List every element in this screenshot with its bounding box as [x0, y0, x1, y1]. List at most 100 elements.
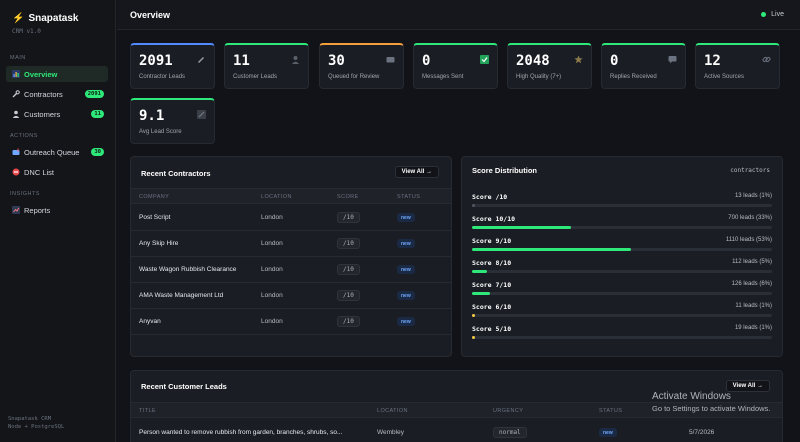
stat-card[interactable]: 12 Active Sources — [695, 43, 780, 89]
lightning-icon: ⚡ — [12, 13, 25, 24]
distribution-row: Score 10/10 700 leads (33%) — [472, 215, 772, 235]
status-pill: new — [397, 213, 415, 222]
company-location: London — [261, 214, 283, 221]
sidebar-item-reports[interactable]: Reports — [6, 202, 108, 218]
score-bar-fill — [472, 292, 490, 295]
company-location: London — [261, 266, 283, 273]
lead-date: 5/7/2026 — [689, 429, 715, 436]
score-bar-fill — [472, 204, 475, 207]
stat-value: 0 — [422, 53, 431, 69]
section-label-main: MAIN — [10, 55, 26, 61]
stat-value: 11 — [233, 53, 250, 69]
stat-card[interactable]: 2048 High Quality (7+) — [507, 43, 592, 89]
stat-label: Avg Lead Score — [139, 129, 182, 135]
app-name: Snapatask — [28, 13, 79, 24]
table-row[interactable]: Waste Wagon Rubbish Clearance London/10 ne… — [131, 257, 451, 283]
sidebar-item-outreach-queue[interactable]: Outreach Queue 30 — [6, 144, 108, 160]
stat-card[interactable]: 0 Messages Sent — [413, 43, 498, 89]
top-bar: Overview Live — [117, 0, 800, 30]
company-name: Post Script — [139, 214, 171, 221]
column-header[interactable]: SCORE — [337, 194, 359, 200]
column-header[interactable]: URGENCY — [493, 408, 523, 414]
stat-card[interactable]: 2091 Contractor Leads — [130, 43, 215, 89]
person-icon — [12, 110, 20, 118]
stat-card[interactable]: 30 Queued for Review — [319, 43, 404, 89]
table-row[interactable]: AMA Waste Management Ltd London/10 new — [131, 283, 451, 309]
status-pill: new — [397, 239, 415, 248]
distribution-row: Score 9/10 1110 leads (53%) — [472, 237, 772, 257]
stat-card[interactable]: 11 Customer Leads — [224, 43, 309, 89]
panel-title: Score Distribution — [472, 166, 538, 175]
score-bar-fill — [472, 270, 487, 273]
distribution-row: Score 8/10 112 leads (5%) — [472, 259, 772, 279]
distribution-row: Score /10 13 leads (1%) — [472, 193, 772, 213]
app-brand[interactable]: ⚡ Snapatask — [12, 13, 78, 24]
lead-title: Person wanted to remove rubbish from gar… — [139, 429, 343, 436]
column-header[interactable]: LOCATION — [377, 408, 408, 414]
chat-icon — [668, 55, 677, 64]
watermark-title: Activate Windows — [652, 391, 731, 402]
stat-value: 30 — [328, 53, 345, 69]
score-count: 11 leads (1%) — [735, 303, 772, 309]
table-row[interactable]: Any Skip Hire London/10 new — [131, 231, 451, 257]
score-distribution-panel: Score Distribution contractors Score /10… — [461, 156, 783, 357]
link-icon — [762, 55, 771, 64]
score-bar-fill — [472, 248, 631, 251]
sidebar-item-customers[interactable]: Customers 11 — [6, 106, 108, 122]
stat-card[interactable]: 0 Replies Received — [601, 43, 686, 89]
score-bar-track — [472, 292, 772, 295]
sidebar-item-label: Contractors — [24, 89, 63, 99]
sidebar-item-contractors[interactable]: Contractors 2091 — [6, 86, 108, 102]
sidebar-item-label: Reports — [24, 205, 51, 215]
stat-label: Messages Sent — [422, 74, 464, 80]
score-label: Score /10 — [472, 193, 508, 201]
score-bar-fill — [472, 226, 571, 229]
score-bar-track — [472, 314, 772, 317]
view-all-contractors-button[interactable]: View All → — [394, 166, 439, 178]
score-bar-track — [472, 226, 772, 229]
inbox-icon — [386, 55, 395, 64]
column-header[interactable]: STATUS — [397, 194, 420, 200]
panel-title: Recent Contractors — [141, 169, 211, 178]
score-pill: /10 — [337, 238, 360, 249]
score-count: 1110 leads (53%) — [725, 237, 772, 243]
score-count: 13 leads (1%) — [734, 193, 772, 199]
company-location: London — [261, 240, 283, 247]
sidebar-item-label: Overview — [24, 69, 58, 79]
column-header[interactable]: TITLE — [139, 408, 156, 414]
column-header[interactable]: LOCATION — [261, 194, 292, 200]
app-version: CRM v1.0 — [12, 28, 41, 35]
score-pill: /10 — [337, 316, 360, 327]
score-bar-track — [472, 248, 772, 251]
column-header[interactable]: STATUS — [599, 408, 622, 414]
company-location: London — [261, 292, 283, 299]
count-badge: 2091 — [84, 90, 104, 98]
score-label: Score 9/10 — [472, 237, 512, 245]
score-bar-track — [472, 204, 772, 207]
live-label: Live — [771, 11, 784, 18]
sidebar-item-overview[interactable]: Overview — [6, 66, 108, 82]
stat-card[interactable]: 9.1 Avg Lead Score — [130, 98, 215, 144]
table-row[interactable]: Person wanted to remove rubbish from gar… — [131, 420, 782, 442]
sidebar-item-dnc-list[interactable]: DNC List — [6, 164, 108, 180]
column-header[interactable]: COMPANY — [139, 194, 169, 200]
stat-label: Customer Leads — [233, 74, 278, 80]
score-pill: /10 — [337, 290, 360, 301]
score-count: 19 leads (1%) — [734, 325, 772, 331]
score-label: Score 7/10 — [472, 281, 512, 289]
stat-value: 2091 — [139, 53, 173, 69]
sidebar-item-label: DNC List — [24, 167, 55, 177]
table-row[interactable]: Anyvan London/10 new — [131, 309, 451, 335]
status-pill: new — [397, 265, 415, 274]
person-icon — [291, 55, 300, 64]
count-badge: 11 — [91, 110, 104, 118]
watermark-subtitle: Go to Settings to activate Windows. — [652, 404, 771, 413]
sidebar-item-label: Customers — [24, 109, 61, 119]
sidebar: ⚡ Snapatask CRM v1.0 MAIN Overview Contr… — [0, 0, 116, 442]
footer-line: Snapatask CRM — [8, 416, 52, 422]
score-label: Score 10/10 — [472, 215, 516, 223]
no-entry-icon — [12, 168, 20, 176]
stat-label: Replies Received — [610, 74, 657, 80]
stat-value: 2048 — [516, 53, 550, 69]
table-row[interactable]: Post Script London/10 new — [131, 205, 451, 231]
